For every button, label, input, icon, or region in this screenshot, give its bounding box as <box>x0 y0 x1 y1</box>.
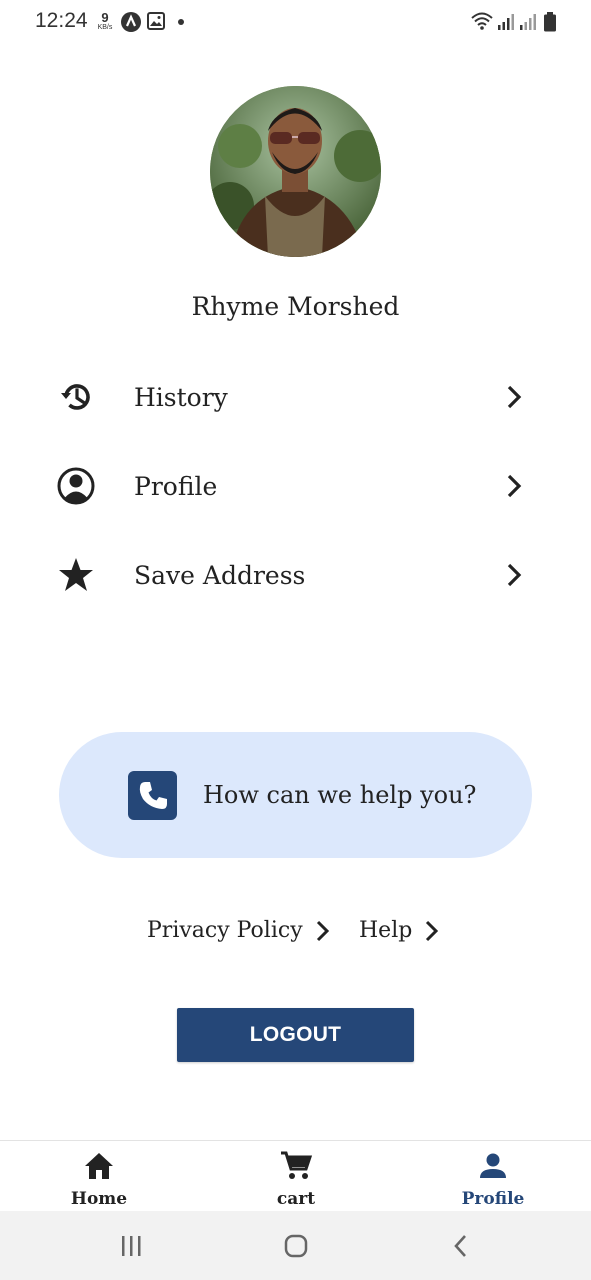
home-button-icon[interactable] <box>281 1233 311 1259</box>
recent-apps-icon[interactable] <box>116 1233 146 1259</box>
help-label: How can we help you? <box>203 781 477 809</box>
status-time: 12:24 <box>35 9 88 32</box>
back-icon[interactable] <box>446 1233 476 1259</box>
image-icon <box>147 12 165 34</box>
menu-item-history[interactable]: History <box>40 362 551 432</box>
chevron-right-icon <box>424 919 440 943</box>
network-speed-value: 9 <box>101 10 109 25</box>
nav-label: cart <box>276 1189 316 1209</box>
person-icon <box>433 1149 553 1183</box>
nav-item-home[interactable]: Home <box>39 1149 159 1209</box>
star-icon <box>56 555 96 595</box>
wifi-icon <box>470 11 494 35</box>
chevron-right-icon <box>501 471 527 501</box>
network-speed: 9 KB/s <box>94 11 116 31</box>
network-speed-unit: KB/s <box>97 24 113 31</box>
cart-icon <box>236 1149 356 1183</box>
help-card[interactable]: How can we help you? <box>59 732 532 858</box>
user-name: Rhyme Morshed <box>191 292 400 321</box>
menu-item-save-address[interactable]: Save Address <box>40 540 551 610</box>
phone-icon <box>128 771 177 820</box>
account-circle-icon <box>56 466 96 506</box>
menu-item-label: Profile <box>134 471 218 501</box>
privacy-policy-link[interactable]: Privacy Policy <box>147 918 331 943</box>
menu-item-label: Save Address <box>134 560 306 590</box>
avatar <box>210 86 381 257</box>
chevron-right-icon <box>315 919 331 943</box>
help-link-label: Help <box>359 918 413 943</box>
app-a-icon <box>121 12 141 36</box>
chevron-right-icon <box>501 560 527 590</box>
system-navigation-bar <box>0 1211 591 1280</box>
menu-item-profile[interactable]: Profile <box>40 451 551 521</box>
nav-label: Home <box>70 1189 128 1209</box>
history-icon <box>56 377 96 417</box>
nav-item-cart[interactable]: cart <box>236 1149 356 1209</box>
battery-icon <box>543 12 557 36</box>
nav-item-profile[interactable]: Profile <box>433 1149 553 1209</box>
help-link[interactable]: Help <box>359 918 440 943</box>
privacy-policy-label: Privacy Policy <box>147 918 303 943</box>
signal-weak-icon <box>519 13 537 35</box>
logout-button[interactable]: LOGOUT <box>177 1008 414 1062</box>
bottom-navigation: Home cart Profile <box>0 1140 591 1211</box>
menu-item-label: History <box>134 382 228 412</box>
home-icon <box>39 1149 159 1183</box>
signal-icon <box>497 13 515 35</box>
nav-label: Profile <box>461 1189 525 1209</box>
dot-icon <box>178 19 184 25</box>
status-bar: 12:24 9 KB/s <box>0 0 591 44</box>
chevron-right-icon <box>501 382 527 412</box>
